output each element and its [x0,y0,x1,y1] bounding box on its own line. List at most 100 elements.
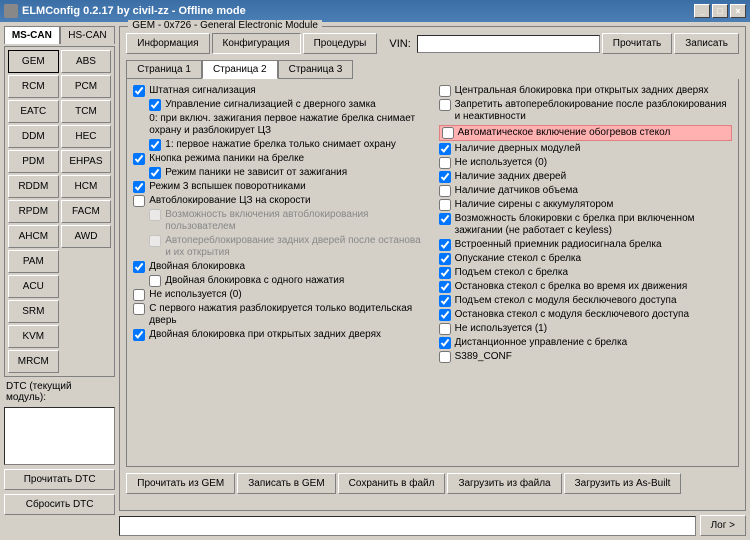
read-dtc-button[interactable]: Прочитать DTC [4,469,115,490]
read-button[interactable]: Прочитать [602,33,673,54]
config-option: Наличие дверных модулей [439,143,732,155]
log-toggle-button[interactable]: Лог > [700,515,746,536]
write-button[interactable]: Записать [674,33,739,54]
module-button-pcm[interactable]: PCM [61,75,112,98]
config-checkbox[interactable] [149,139,161,151]
config-option: Автоматическое включение обогревов стеко… [439,125,732,141]
config-checkbox[interactable] [439,85,451,97]
module-button-kvm[interactable]: KVM [8,325,59,348]
config-checkbox[interactable] [439,213,451,225]
module-button-gem[interactable]: GEM [8,50,59,73]
module-button-srm[interactable]: SRM [8,300,59,323]
config-checkbox[interactable] [439,143,451,155]
config-label: Наличие дверных модулей [455,143,732,155]
config-checkbox[interactable] [439,295,451,307]
config-option: Кнопка режима паники на брелке [133,153,426,165]
config-checkbox[interactable] [439,157,451,169]
config-label: Не используется (0) [149,289,426,301]
config-option: Дистанционное управление с брелка [439,337,732,349]
write-to-gem-button[interactable]: Записать в GEM [237,473,335,494]
module-button-rpdm[interactable]: RPDM [8,200,59,223]
config-checkbox[interactable] [439,239,451,251]
clear-dtc-button[interactable]: Сбросить DTC [4,494,115,515]
config-option: Не используется (1) [439,323,732,335]
module-button-pdm[interactable]: PDM [8,150,59,173]
config-label: Центральная блокировка при открытых задн… [455,85,732,97]
load-from-file-button[interactable]: Загрузить из файла [447,473,561,494]
config-checkbox[interactable] [439,253,451,265]
config-checkbox[interactable] [439,351,451,363]
module-button-ddm[interactable]: DDM [8,125,59,148]
tab-mscan[interactable]: MS-CAN [4,26,60,44]
app-icon [4,4,18,18]
config-checkbox[interactable] [442,127,454,139]
config-checkbox[interactable] [439,185,451,197]
config-checkbox[interactable] [133,195,145,207]
module-button-awd[interactable]: AWD [61,225,112,248]
config-column-right: Центральная блокировка при открытых задн… [439,85,732,460]
config-label: Наличие сирены с аккумулятором [455,199,732,211]
config-option: Возможность включения автоблокирования п… [149,209,426,233]
page-tab-1[interactable]: Страница 1 [126,60,202,79]
config-subtext: 0: при включ. зажигания первое нажатие б… [149,113,426,137]
module-button-hec[interactable]: HEC [61,125,112,148]
config-option: Автопереблокирование задних дверей после… [149,235,426,259]
config-checkbox[interactable] [149,275,161,287]
vin-input[interactable] [417,35,600,53]
config-checkbox [149,209,161,221]
module-button-abs[interactable]: ABS [61,50,112,73]
module-button-rcm[interactable]: RCM [8,75,59,98]
module-button-ahcm[interactable]: AHCM [8,225,59,248]
page-tab-3[interactable]: Страница 3 [278,60,354,79]
module-button-tcm[interactable]: TCM [61,100,112,123]
window-title: ELMConfig 0.2.17 by civil-zz - Offline m… [22,5,694,17]
close-button[interactable]: × [730,4,746,18]
module-grid: GEMABSRCMPCMEATCTCMDDMHECPDMEHPASRDDMHCM… [4,46,115,377]
config-checkbox[interactable] [439,309,451,321]
module-button-acu[interactable]: ACU [8,275,59,298]
config-checkbox[interactable] [133,329,145,341]
module-button-hcm[interactable]: HCM [61,175,112,198]
config-checkbox[interactable] [133,289,145,301]
config-checkbox[interactable] [439,267,451,279]
maximize-button[interactable]: □ [712,4,728,18]
module-button-pam[interactable]: PAM [8,250,59,273]
info-tab[interactable]: Информация [126,33,209,54]
page-tab-2[interactable]: Страница 2 [202,60,278,79]
config-label: Встроенный приемник радиосигнала брелка [455,239,732,251]
config-label: Не используется (1) [455,323,732,335]
config-checkbox[interactable] [439,323,451,335]
status-bar [119,516,695,536]
config-checkbox[interactable] [149,99,161,111]
tab-hscan[interactable]: HS-CAN [60,26,116,44]
procedures-tab[interactable]: Процедуры [303,33,378,54]
config-label: Двойная блокировка при открытых задних д… [149,329,426,341]
module-button-eatc[interactable]: EATC [8,100,59,123]
minimize-button[interactable]: _ [694,4,710,18]
titlebar: ELMConfig 0.2.17 by civil-zz - Offline m… [0,0,750,22]
config-option: Подъем стекол с брелка [439,267,732,279]
save-to-file-button[interactable]: Сохранить в файл [338,473,446,494]
config-checkbox[interactable] [133,153,145,165]
config-checkbox[interactable] [133,85,145,97]
module-button-rddm[interactable]: RDDM [8,175,59,198]
config-checkbox[interactable] [439,281,451,293]
dtc-listbox[interactable] [4,407,115,465]
config-checkbox [149,235,161,247]
module-button-facm[interactable]: FACM [61,200,112,223]
config-checkbox[interactable] [439,199,451,211]
config-tab[interactable]: Конфигурация [212,33,301,54]
config-label: Штатная сигнализация [149,85,426,97]
config-checkbox[interactable] [439,337,451,349]
config-checkbox[interactable] [149,167,161,179]
module-button-mrcm[interactable]: MRCM [8,350,59,373]
config-option: Не используется (0) [133,289,426,301]
read-from-gem-button[interactable]: Прочитать из GEM [126,473,235,494]
config-checkbox[interactable] [133,181,145,193]
config-checkbox[interactable] [133,303,145,315]
config-checkbox[interactable] [439,99,451,111]
config-checkbox[interactable] [133,261,145,273]
config-checkbox[interactable] [439,171,451,183]
module-button-ehpas[interactable]: EHPAS [61,150,112,173]
load-from-asbuilt-button[interactable]: Загрузить из As-Built [564,473,682,494]
